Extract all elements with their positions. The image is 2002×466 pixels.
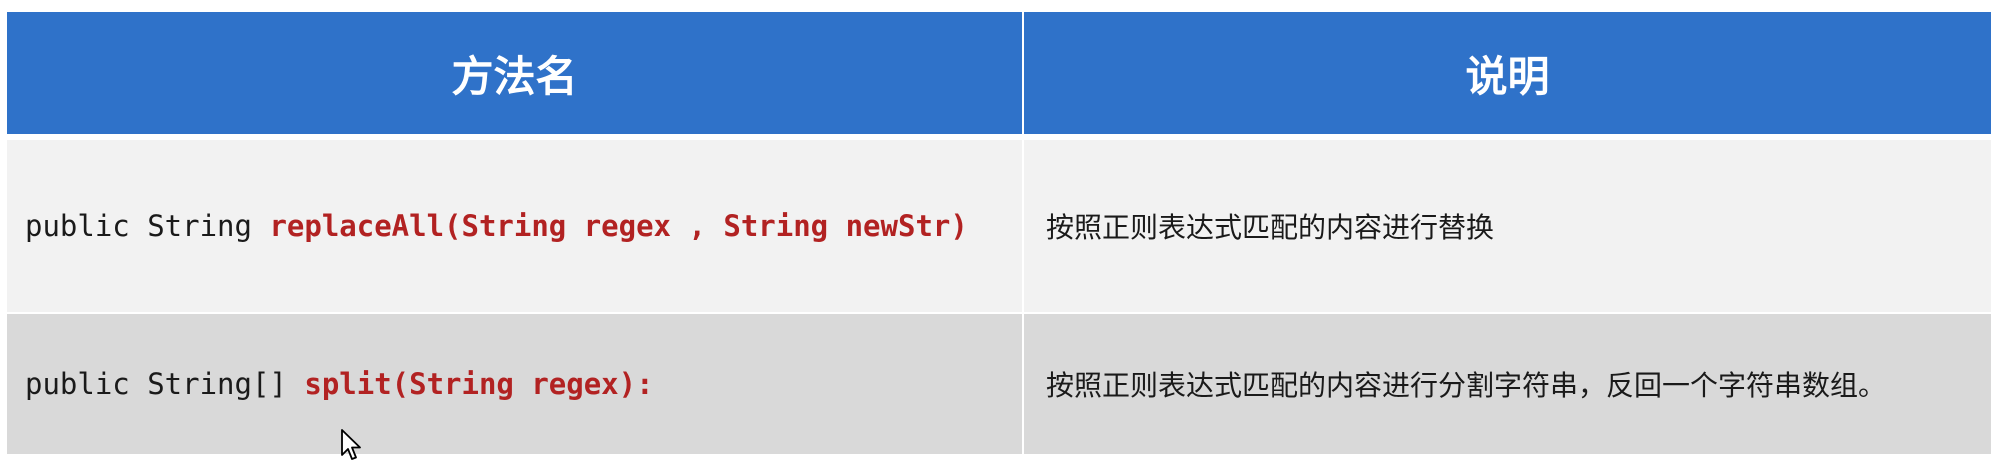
- header-description: 说明: [1022, 12, 1991, 137]
- table-header-row: 方法名 说明: [7, 12, 1991, 137]
- method-table-container: 方法名 说明 public String replaceAll(String r…: [7, 12, 1991, 458]
- table-row: public String replaceAll(String regex , …: [7, 134, 1991, 313]
- header-method-name: 方法名: [7, 12, 1023, 137]
- method-cell: public String[] split(String regex):: [7, 312, 1023, 454]
- description-cell: 按照正则表达式匹配的内容进行替换: [1022, 134, 1991, 313]
- description-cell: 按照正则表达式匹配的内容进行分割字符串，反回一个字符串数组。: [1022, 312, 1991, 454]
- method-cell: public String replaceAll(String regex , …: [7, 134, 1023, 313]
- method-signature-highlight: split(String regex):: [304, 367, 654, 401]
- mouse-pointer-icon: [341, 429, 361, 460]
- method-signature-prefix: public String[]: [25, 367, 305, 401]
- method-table: 方法名 说明 public String replaceAll(String r…: [7, 12, 1991, 454]
- table-row: public String[] split(String regex): 按照正…: [7, 312, 1991, 454]
- method-signature-prefix: public String: [25, 209, 270, 243]
- method-signature-highlight: replaceAll(String regex , String newStr): [269, 209, 968, 243]
